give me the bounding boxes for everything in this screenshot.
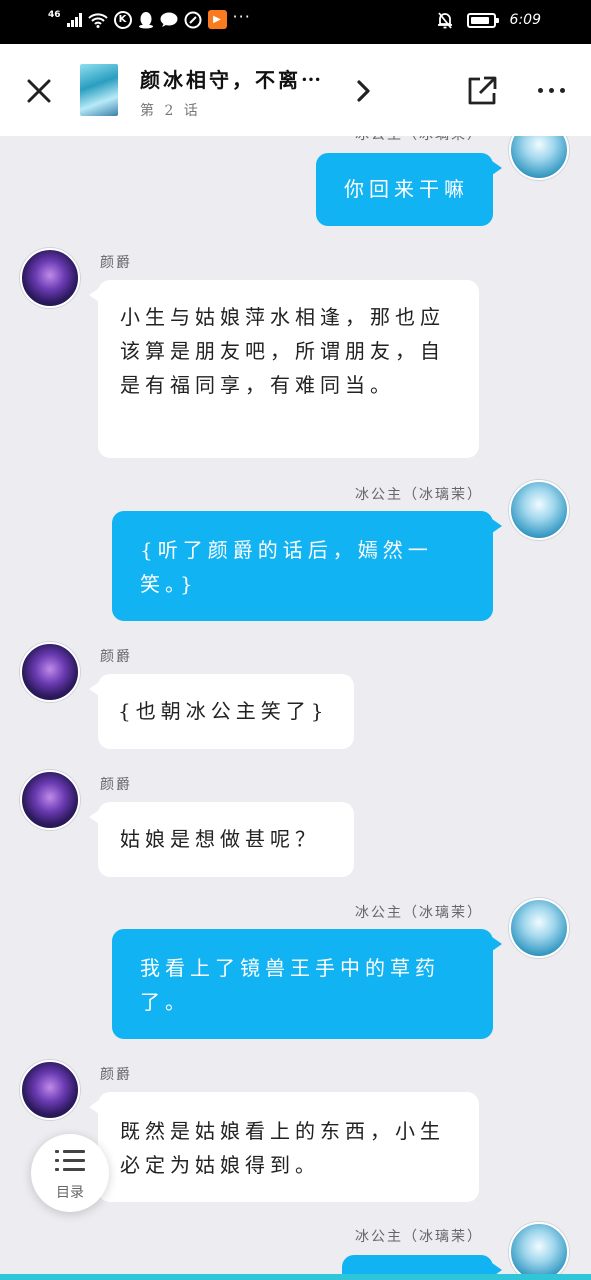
message-item: 冰公主（冰璃茉） 我看上了镜兽王手中的草药了。 <box>0 898 591 1043</box>
reader-header: 颜冰相守，不离⋯ 第 2 话 <box>0 44 591 136</box>
message-bubble <box>342 1255 502 1274</box>
close-icon[interactable] <box>26 78 52 104</box>
message-item: 颜爵 小生与姑娘萍水相逢，那也应该算是朋友吧，所谓朋友，自是有福同享，有难同当。 <box>0 248 591 463</box>
speaker-name: 颜爵 <box>100 255 132 271</box>
status-right: 6:09 <box>437 11 541 29</box>
speaker-name: 冰公主（冰璃茉） <box>355 136 483 144</box>
message-bubble: 姑娘是想做甚呢？ <box>89 802 354 877</box>
speaker-name: 冰公主（冰璃茉） <box>355 905 483 921</box>
share-icon[interactable] <box>466 75 498 107</box>
k-app-icon: K <box>113 10 132 29</box>
speaker-name: 冰公主（冰璃茉） <box>355 1229 483 1245</box>
message-bubble: {也朝冰公主笑了} <box>89 674 354 749</box>
ice-princess-avatar[interactable] <box>509 480 569 540</box>
more-icon[interactable] <box>536 78 568 104</box>
speaker-name: 冰公主（冰璃茉） <box>355 487 483 503</box>
message-text: 小生与姑娘萍水相逢，那也应该算是朋友吧，所谓朋友，自是有福同享，有难同当。 <box>120 305 445 397</box>
message-text: 姑娘是想做甚呢？ <box>120 827 320 851</box>
signal-icon <box>66 12 82 27</box>
mute-icon <box>437 12 452 29</box>
yanjue-avatar[interactable] <box>20 642 80 702</box>
video-app-icon: ▶ <box>207 10 227 29</box>
ice-princess-avatar[interactable] <box>509 898 569 958</box>
qq-icon <box>138 11 153 28</box>
list-icon <box>55 1150 85 1174</box>
message-item: 冰公主（冰璃茉） <box>0 1222 591 1274</box>
message-item: 冰公主（冰璃茉） 你回来干嘛 <box>0 136 591 230</box>
status-bar: 46 K ▶ ··· 6:09 <box>0 0 591 44</box>
clock: 6:09 <box>509 12 541 28</box>
status-left: 46 K ▶ ··· <box>48 7 251 29</box>
music-app-icon <box>184 11 202 28</box>
message-bubble: 你回来干嘛 <box>316 153 502 226</box>
more-notifications-icon: ··· <box>232 7 251 26</box>
chapter-label: 第 2 话 <box>140 103 201 119</box>
message-bubble: 既然是姑娘看上的东西，小生必定为姑娘得到。 <box>89 1092 479 1202</box>
comic-title[interactable]: 颜冰相守，不离⋯ <box>140 64 324 93</box>
yanjue-avatar[interactable] <box>20 1060 80 1120</box>
speaker-name: 颜爵 <box>100 777 132 793</box>
yanjue-avatar[interactable] <box>20 770 80 830</box>
wifi-icon <box>87 12 108 28</box>
ice-princess-avatar[interactable] <box>509 136 569 180</box>
ice-princess-avatar[interactable] <box>509 1222 569 1274</box>
speaker-name: 颜爵 <box>100 649 132 665</box>
message-item: 颜爵 {也朝冰公主笑了} <box>0 642 591 752</box>
battery-icon <box>466 12 499 28</box>
message-item: 冰公主（冰璃茉） {听了颜爵的话后，嫣然一笑。} <box>0 480 591 625</box>
message-text: {也朝冰公主笑了} <box>118 699 329 723</box>
speaker-name: 颜爵 <box>100 1067 132 1083</box>
toc-label: 目录 <box>56 1185 84 1201</box>
chevron-right-icon[interactable] <box>354 78 374 104</box>
chat-bubble-icon <box>160 12 178 27</box>
message-item: 颜爵 姑娘是想做甚呢？ <box>0 770 591 880</box>
chat-stream[interactable]: 冰公主（冰璃茉） 你回来干嘛 颜爵 小生与姑娘萍水相逢，那也应该算是朋友吧，所谓… <box>0 136 591 1274</box>
toc-button[interactable]: 目录 <box>31 1134 109 1212</box>
network-type: 46 <box>48 9 61 20</box>
message-text: {听了颜爵的话后，嫣然一笑。} <box>140 538 433 596</box>
battery-level <box>470 16 490 24</box>
bottom-progress-strip <box>0 1274 591 1280</box>
message-bubble: 我看上了镜兽王手中的草药了。 <box>112 929 502 1039</box>
yanjue-avatar[interactable] <box>20 248 80 308</box>
message-text: 你回来干嘛 <box>344 177 469 201</box>
message-text: 我看上了镜兽王手中的草药了。 <box>140 956 440 1014</box>
message-bubble: 小生与姑娘萍水相逢，那也应该算是朋友吧，所谓朋友，自是有福同享，有难同当。 <box>89 280 479 458</box>
message-bubble: {听了颜爵的话后，嫣然一笑。} <box>112 511 502 621</box>
comic-cover-thumbnail[interactable] <box>80 64 118 116</box>
message-text: 既然是姑娘看上的东西，小生必定为姑娘得到。 <box>120 1119 445 1177</box>
